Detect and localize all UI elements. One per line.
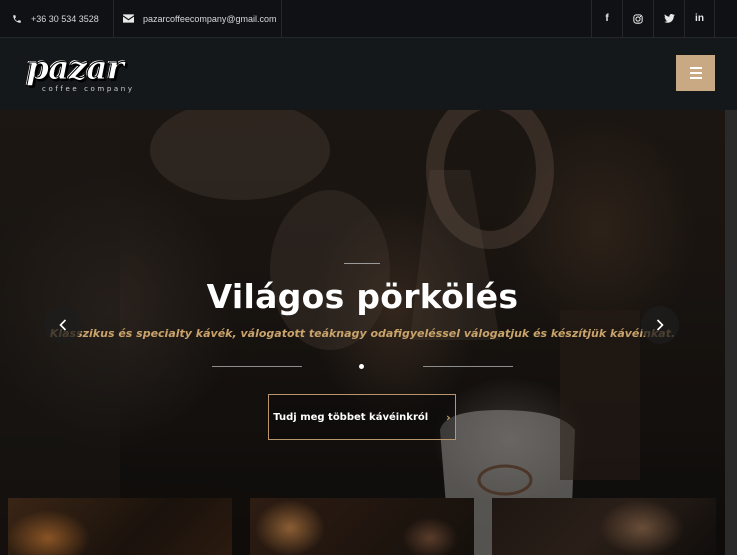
category-card-image[interactable]	[250, 498, 474, 555]
top-bar: +36 30 534 3528 pazarcoffeecompany@gmail…	[0, 0, 737, 38]
logo-tagline: coffee company	[42, 85, 135, 93]
category-card-image[interactable]	[8, 498, 232, 555]
linkedin-link[interactable]: in	[684, 0, 715, 37]
site-header: pazar coffee company	[0, 38, 737, 110]
logo-wordmark: pazar	[26, 48, 125, 88]
email-address: pazarcoffeecompany@gmail.com	[143, 13, 277, 24]
learn-more-button[interactable]: Tudj meg többet kávéinkról ›	[268, 394, 456, 440]
chevron-right-icon	[656, 319, 664, 331]
phone-contact[interactable]: +36 30 534 3528	[12, 0, 114, 37]
twitter-icon	[663, 14, 675, 23]
learn-more-label: Tudj meg többet kávéinkról	[273, 411, 429, 423]
hero-slider: Világos pörkölés Klasszikus és specialty…	[0, 110, 725, 555]
instagram-link[interactable]	[622, 0, 653, 37]
category-card-image[interactable]	[492, 498, 716, 555]
email-contact[interactable]: pazarcoffeecompany@gmail.com	[114, 0, 282, 37]
divider-right	[423, 366, 513, 367]
instagram-icon	[633, 13, 643, 24]
logo[interactable]: pazar coffee company	[26, 48, 172, 96]
phone-icon	[13, 14, 21, 23]
phone-number: +36 30 534 3528	[31, 13, 99, 24]
envelope-icon	[123, 14, 134, 23]
facebook-icon: f	[605, 13, 609, 24]
facebook-link[interactable]: f	[591, 0, 622, 37]
chevron-left-icon	[59, 319, 67, 331]
page-scrollbar[interactable]	[725, 110, 737, 555]
chevron-right-icon: ›	[446, 410, 451, 424]
hero-title: Világos pörkölés	[206, 277, 519, 316]
hamburger-menu-icon	[689, 67, 702, 69]
twitter-link[interactable]	[653, 0, 684, 37]
hero-subtitle: Klasszikus és specialty kávék, válogatot…	[49, 327, 676, 340]
title-divider	[344, 263, 380, 264]
menu-button[interactable]	[676, 55, 715, 91]
slider-next-button[interactable]	[641, 306, 679, 344]
slide-indicator-dot[interactable]	[359, 364, 364, 369]
slider-prev-button[interactable]	[44, 306, 82, 344]
linkedin-icon: in	[695, 13, 704, 24]
divider-left	[212, 366, 302, 367]
